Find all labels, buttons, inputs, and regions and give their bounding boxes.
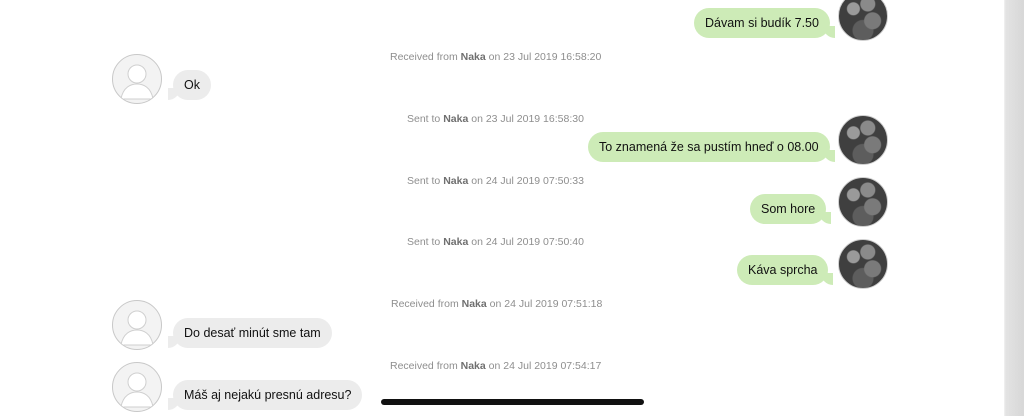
timestamp-prefix: Received from — [390, 51, 458, 63]
message-timestamp: Received from Naka on 24 Jul 2019 07:51:… — [391, 298, 602, 310]
person-silhouette-icon — [120, 372, 154, 408]
timestamp-prefix: Received from — [390, 360, 458, 372]
person-silhouette-icon — [120, 310, 154, 346]
message-bubble-sent: Dávam si budík 7.50 — [694, 8, 835, 38]
timestamp-date: on 23 Jul 2019 16:58:20 — [488, 51, 602, 63]
message-bubble-received: Máš aj nejakú presnú adresu? — [167, 380, 363, 410]
message-bubble-received: Do desať minút sme tam — [168, 318, 332, 348]
contact-name: Naka — [443, 236, 469, 248]
timestamp-prefix: Sent to — [407, 113, 441, 125]
message-timestamp: Sent to Naka on 24 Jul 2019 07:50:40 — [407, 236, 584, 248]
contact-name: Naka — [460, 360, 486, 372]
timestamp-date: on 24 Jul 2019 07:50:40 — [471, 236, 584, 248]
contact-name: Naka — [461, 298, 487, 310]
message-bubble-sent: Káva sprcha — [737, 255, 834, 285]
my-avatar — [838, 115, 888, 165]
home-indicator[interactable] — [381, 399, 644, 405]
window-edge — [1004, 0, 1024, 416]
timestamp-date: on 24 Jul 2019 07:50:33 — [471, 175, 584, 187]
my-avatar — [838, 177, 888, 227]
timestamp-date: on 23 Jul 2019 16:58:30 — [471, 113, 584, 125]
my-avatar — [838, 0, 888, 41]
contact-avatar — [112, 300, 162, 350]
contact-name: Naka — [443, 113, 469, 125]
timestamp-date: on 24 Jul 2019 07:51:18 — [489, 298, 603, 310]
message-bubble-sent: Som hore — [750, 194, 832, 224]
timestamp-date: on 24 Jul 2019 07:54:17 — [488, 360, 602, 372]
contact-name: Naka — [460, 51, 486, 63]
message-bubble-sent: To znamená že sa pustím hneď o 08.00 — [588, 132, 835, 162]
message-timestamp: Sent to Naka on 24 Jul 2019 07:50:33 — [407, 175, 584, 187]
contact-name: Naka — [443, 175, 469, 187]
message-bubble-received: Ok — [168, 70, 211, 100]
my-avatar — [838, 239, 888, 289]
timestamp-prefix: Received from — [391, 298, 459, 310]
contact-avatar — [112, 362, 162, 412]
contact-avatar — [112, 54, 162, 104]
message-timestamp: Received from Naka on 23 Jul 2019 16:58:… — [390, 51, 601, 63]
timestamp-prefix: Sent to — [407, 236, 441, 248]
message-timestamp: Sent to Naka on 23 Jul 2019 16:58:30 — [407, 113, 584, 125]
message-timestamp: Received from Naka on 24 Jul 2019 07:54:… — [390, 360, 601, 372]
timestamp-prefix: Sent to — [407, 175, 441, 187]
person-silhouette-icon — [120, 64, 154, 100]
